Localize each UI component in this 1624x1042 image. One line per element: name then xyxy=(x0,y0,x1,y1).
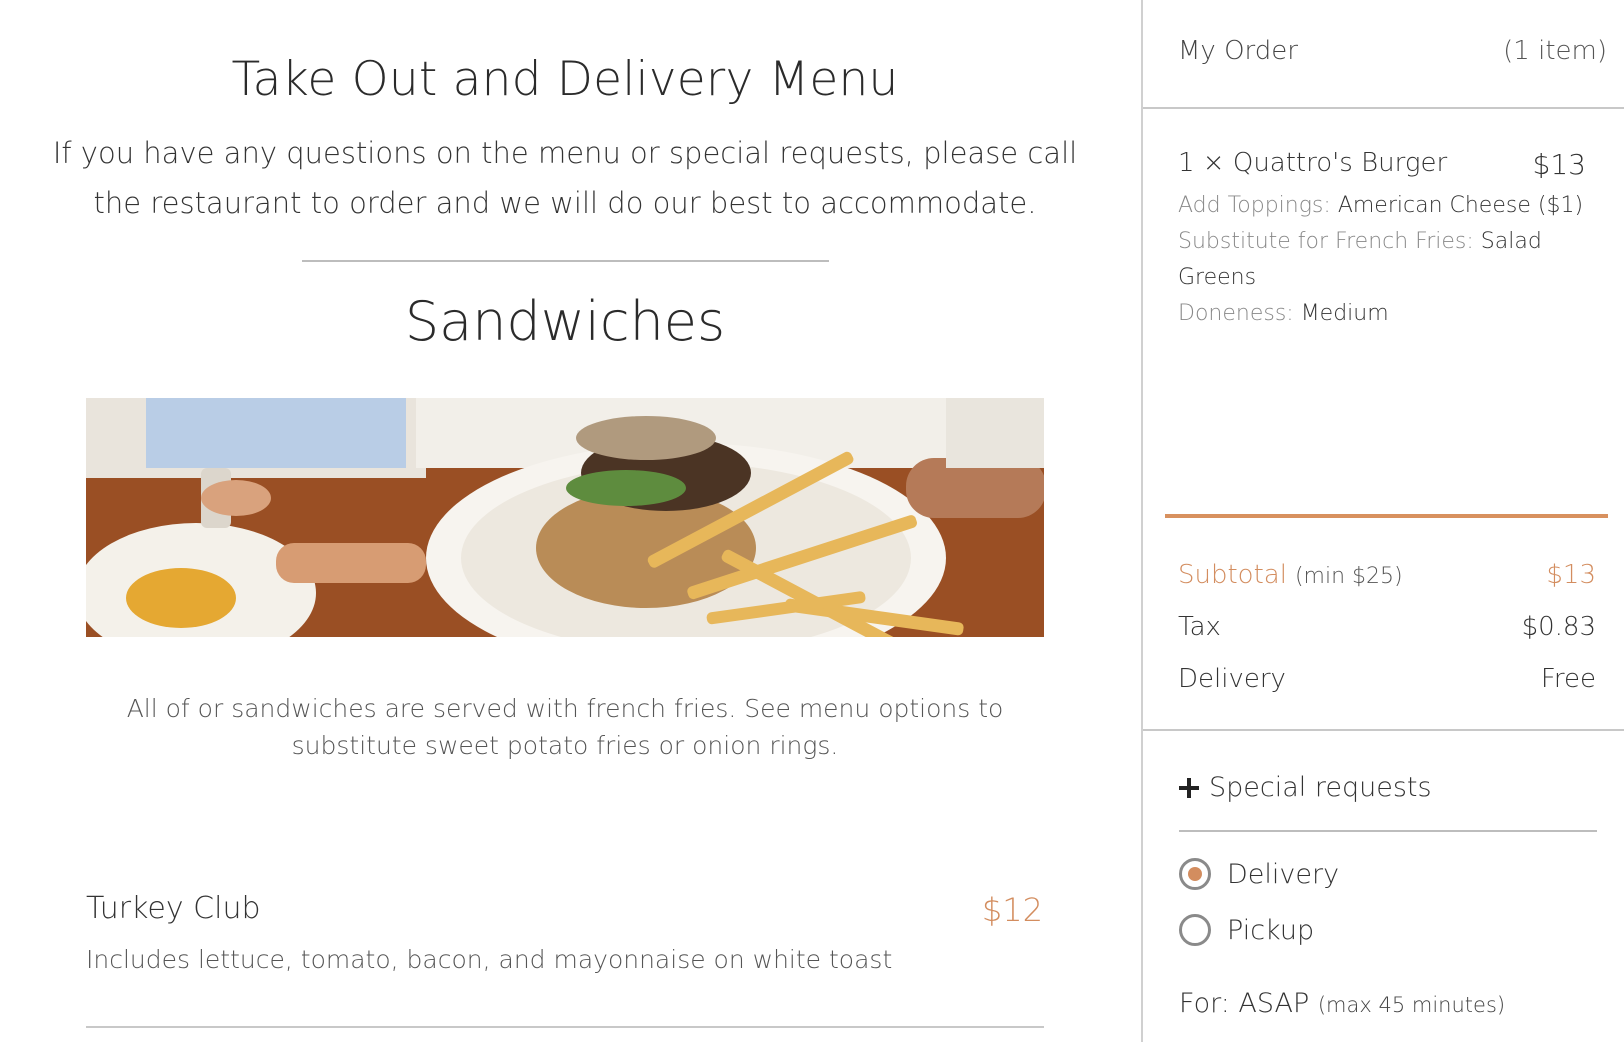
option-label: Add Toppings: xyxy=(1178,193,1331,218)
order-time-label: For: ASAP xyxy=(1179,988,1310,1019)
page: Take Out and Delivery Menu If you have a… xyxy=(0,0,1624,1042)
order-time-max: (max 45 minutes) xyxy=(1317,993,1506,1017)
subtotal-label: Subtotal xyxy=(1178,560,1287,590)
title-divider xyxy=(302,260,829,262)
subtotal-value: $13 xyxy=(1546,560,1596,590)
menu-intro: If you have any questions on the menu or… xyxy=(52,136,1078,220)
subtotal-minimum: (min $25) xyxy=(1294,564,1403,589)
cart-option-doneness: Doneness: Medium xyxy=(1178,296,1598,332)
subtotal-row: Subtotal (min $25) $13 xyxy=(1178,560,1596,590)
cart-option-substitute: Substitute for French Fries: Salad Green… xyxy=(1178,224,1598,296)
pickup-option-label: Pickup xyxy=(1227,914,1315,946)
pickup-radio[interactable] xyxy=(1179,914,1211,946)
cart-item-count: (1 item) xyxy=(1503,36,1607,66)
tax-row: Tax $0.83 xyxy=(1178,612,1596,642)
delivery-option[interactable]: Delivery xyxy=(1179,858,1339,890)
cart-line-item-options: Add Toppings: American Cheese ($1) Subst… xyxy=(1178,188,1598,332)
option-value: American Cheese ($1) xyxy=(1337,193,1584,218)
totals-accent-divider xyxy=(1165,514,1608,518)
delivery-fee-value: Free xyxy=(1540,664,1596,694)
menu-item-price: $12 xyxy=(981,891,1043,929)
special-requests-divider xyxy=(1179,830,1597,832)
special-requests-button[interactable]: Special requests xyxy=(1179,772,1432,803)
menu-panel: Take Out and Delivery Menu If you have a… xyxy=(0,0,1141,1042)
option-label: Substitute for French Fries: xyxy=(1178,229,1474,254)
order-time[interactable]: For: ASAP (max 45 minutes) xyxy=(1179,988,1505,1019)
cart-line-item-price: $13 xyxy=(1532,148,1586,181)
section-description: All of or sandwiches are served with fre… xyxy=(126,694,1004,760)
option-value: Medium xyxy=(1300,301,1389,326)
special-requests-label: Special requests xyxy=(1209,772,1432,803)
cart-header: My Order (1 item) xyxy=(1143,0,1624,109)
tax-value: $0.83 xyxy=(1521,612,1596,642)
option-label: Doneness: xyxy=(1178,301,1294,326)
section-hero-image xyxy=(86,398,1044,637)
section-title: Sandwiches xyxy=(404,290,726,353)
cart-panel: My Order (1 item) 1 × Quattro's Burger $… xyxy=(1141,0,1624,1042)
menu-item-description: Includes lettuce, tomato, bacon, and may… xyxy=(86,945,893,974)
delivery-fee-row: Delivery Free xyxy=(1178,664,1596,694)
cart-line-item-name: 1 × Quattro's Burger xyxy=(1178,148,1448,178)
cart-title: My Order xyxy=(1178,36,1298,66)
plus-icon xyxy=(1179,777,1199,798)
menu-item-name[interactable]: Turkey Club xyxy=(86,891,261,926)
menu-item-divider xyxy=(86,1026,1044,1028)
pickup-option[interactable]: Pickup xyxy=(1179,914,1314,946)
delivery-fee-label: Delivery xyxy=(1178,664,1286,694)
tax-label: Tax xyxy=(1178,612,1221,642)
menu-title: Take Out and Delivery Menu xyxy=(231,52,899,107)
burger-and-fries-photo xyxy=(86,398,1044,637)
totals-divider xyxy=(1143,729,1624,731)
delivery-radio[interactable] xyxy=(1179,858,1211,890)
cart-option-toppings: Add Toppings: American Cheese ($1) xyxy=(1178,188,1598,224)
delivery-option-label: Delivery xyxy=(1227,858,1340,890)
